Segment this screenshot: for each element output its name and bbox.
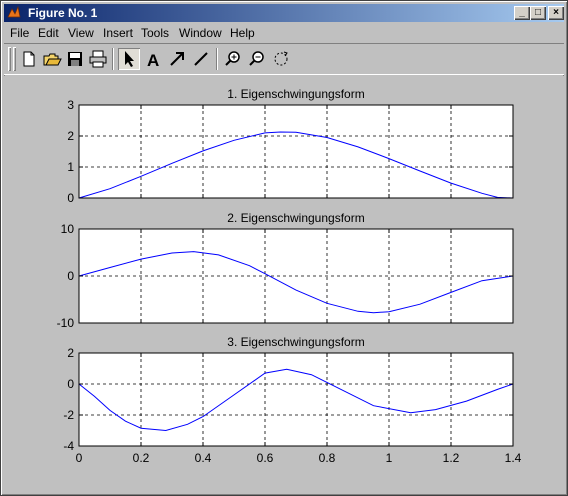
zoom-in-icon bbox=[225, 51, 240, 66]
y-tick-label: 2 bbox=[67, 129, 74, 143]
subplot-title: 1. Eigenschwingungsform bbox=[227, 87, 364, 101]
print-button[interactable] bbox=[87, 48, 109, 70]
x-tick-label: 0 bbox=[76, 451, 83, 465]
edit-plot-button[interactable] bbox=[118, 48, 140, 70]
y-tick-label: 1 bbox=[67, 160, 74, 174]
line-insert-icon bbox=[194, 52, 208, 66]
zoom-out-icon bbox=[249, 51, 264, 66]
toolbar-grip-2[interactable] bbox=[13, 47, 16, 71]
save-button[interactable] bbox=[64, 48, 86, 70]
zoom-out-button[interactable] bbox=[246, 48, 268, 70]
menu-insert[interactable]: Insert bbox=[103, 26, 133, 40]
y-tick-label: 0 bbox=[67, 269, 74, 283]
axes-background bbox=[79, 353, 513, 446]
subplot-title: 2. Eigenschwingungsform bbox=[227, 211, 364, 225]
y-tick-label: 3 bbox=[67, 98, 74, 112]
x-tick-label: 0.8 bbox=[319, 451, 336, 465]
menu-file[interactable]: File bbox=[10, 26, 29, 40]
insert-arrow-button[interactable] bbox=[166, 48, 188, 70]
subplot-1: 0 1 2 3 1. Eigenschwingungsform bbox=[67, 87, 514, 205]
pointer-arrow-icon bbox=[125, 51, 134, 67]
y-tick-label: -4 bbox=[63, 439, 74, 453]
rotate-icon bbox=[274, 51, 288, 66]
x-tick-label: 1 bbox=[386, 451, 393, 465]
subplot-title: 3. Eigenschwingungsform bbox=[227, 335, 364, 349]
arrow-insert-icon bbox=[170, 52, 184, 66]
insert-line-button[interactable] bbox=[190, 48, 212, 70]
menu-view[interactable]: View bbox=[68, 26, 94, 40]
menu-bar: File Edit View Insert Tools Window Help bbox=[4, 23, 564, 42]
x-tick-label: 1.4 bbox=[505, 451, 522, 465]
menu-edit[interactable]: Edit bbox=[38, 26, 59, 40]
figure-canvas: 0 1 2 3 1. Eigenschwingungsform -10 0 10 2. Eige… bbox=[5, 75, 563, 491]
print-icon bbox=[89, 50, 107, 68]
x-tick-label: 0.6 bbox=[257, 451, 274, 465]
window-title: Figure No. 1 bbox=[28, 6, 98, 20]
open-button[interactable] bbox=[41, 48, 63, 70]
matlab-logo-icon bbox=[7, 5, 21, 18]
new-file-icon bbox=[23, 51, 35, 67]
minimize-button[interactable]: _ bbox=[514, 6, 530, 20]
zoom-in-button[interactable] bbox=[222, 48, 244, 70]
y-tick-label: 2 bbox=[67, 346, 74, 360]
title-bar[interactable]: Figure No. 1 _ □ × bbox=[4, 4, 564, 22]
menu-window[interactable]: Window bbox=[179, 26, 222, 40]
y-tick-label: -10 bbox=[57, 316, 75, 330]
subplot-3: -4 -2 0 2 0 0.2 0.4 0.6 0.8 1 1.2 1.4 3. Eigenschwin… bbox=[63, 335, 521, 465]
toolbar-separator-2 bbox=[216, 48, 218, 70]
close-button[interactable]: × bbox=[548, 6, 564, 20]
x-tick-label: 1.2 bbox=[443, 451, 460, 465]
rotate-button[interactable] bbox=[270, 48, 292, 70]
axes-background bbox=[79, 105, 513, 198]
menu-help[interactable]: Help bbox=[230, 26, 255, 40]
plot-area: 01231. Eigenschwingungsform-100102. Eige… bbox=[57, 87, 522, 465]
figure-window: Figure No. 1 _ □ × File Edit View Insert… bbox=[0, 0, 568, 496]
maximize-button[interactable]: □ bbox=[530, 6, 546, 20]
toolbar-separator bbox=[112, 48, 114, 70]
x-tick-label: 0.4 bbox=[195, 451, 212, 465]
y-tick-label: 0 bbox=[67, 191, 74, 205]
y-tick-label: 10 bbox=[61, 222, 75, 236]
y-tick-label: 0 bbox=[67, 377, 74, 391]
toolbar-grip[interactable] bbox=[8, 47, 11, 71]
x-tick-label: 0.2 bbox=[133, 451, 150, 465]
open-folder-icon bbox=[43, 53, 62, 66]
text-tool-glyph: A bbox=[147, 51, 159, 70]
save-icon bbox=[68, 52, 82, 66]
menu-tools[interactable]: Tools bbox=[141, 26, 169, 40]
insert-text-button[interactable]: A bbox=[142, 48, 164, 70]
figure-toolbar: A bbox=[4, 43, 564, 75]
text-insert-icon: A bbox=[147, 51, 159, 70]
y-tick-label: -2 bbox=[63, 408, 74, 422]
new-file-button[interactable] bbox=[18, 48, 40, 70]
subplot-2: -10 0 10 2. Eigenschwingungsform bbox=[57, 211, 514, 330]
